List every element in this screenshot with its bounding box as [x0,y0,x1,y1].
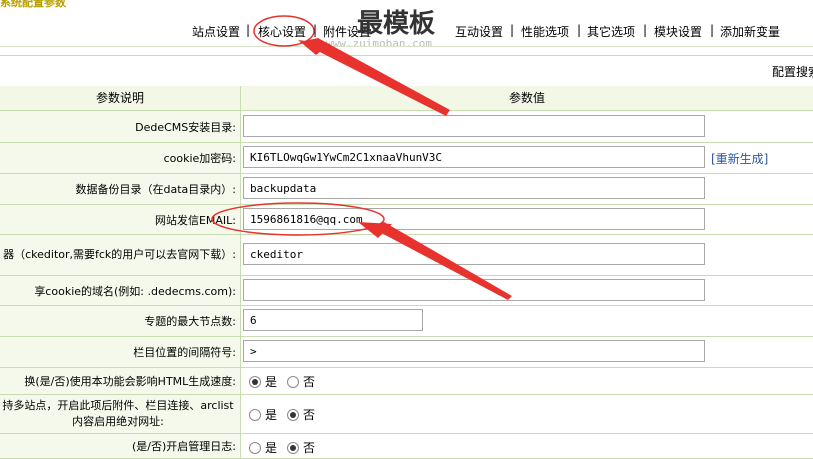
editor-input[interactable]: ckeditor [243,243,705,265]
table-row: 专题的最大节点数: 6 [0,306,813,337]
radio-no[interactable]: 否 [287,439,315,456]
table-row: (是/否)开启管理日志: 是 否 [0,434,813,459]
row-label: 享cookie的域名(例如: .dedecms.com): [0,276,241,305]
tab-add-variable[interactable]: 添加新变量 [720,23,780,40]
tab-performance-options[interactable]: 性能选项 [521,23,569,40]
column-header-value: 参数值 [508,91,545,105]
table-row: 网站发信EMAIL: 1596861816@qq.com [0,205,813,235]
tab-module-settings[interactable]: 模块设置 [654,23,702,40]
tab-site-settings[interactable]: 站点设置 [192,23,240,40]
backup-dir-input[interactable]: backupdata [243,177,705,199]
table-row: 换(是/否)使用本功能会影响HTML生成速度: 是 否 [0,368,813,395]
row-label: DedeCMS安装目录: [0,111,241,142]
row-label: 换(是/否)使用本功能会影响HTML生成速度: [0,368,241,394]
radio-no[interactable]: 否 [287,373,315,390]
watermark-logo: 最模板 [357,9,436,39]
table-row: 享cookie的域名(例如: .dedecms.com): [0,276,813,306]
row-label: cookie加密码: [0,143,241,173]
cookie-domain-input[interactable] [243,279,705,301]
row-label: 持多站点，开启此项后附件、栏目连接、arclist内容启用绝对网址: [0,395,241,433]
page-header-title: 系统配置参数 [0,0,66,9]
row-label: 栏目位置的间隔符号: [0,337,241,367]
table-row: cookie加密码: KI6TLOwqGw1YwCm2C1xnaaVhunV3C… [0,143,813,174]
row-label: 网站发信EMAIL: [0,205,241,234]
table-row: 器（ckeditor,需要fck的用户可以去官网下载）: ckeditor [0,235,813,276]
topic-max-nodes-input[interactable]: 6 [243,309,423,331]
regenerate-link[interactable]: [重新生成] [711,150,768,167]
separator-input[interactable]: > [243,340,705,362]
radio-no[interactable]: 否 [287,406,315,423]
table-header: 参数说明 参数值 [0,86,813,111]
config-bar: 配置搜索 [0,55,813,87]
row-label: 专题的最大节点数: [0,306,241,336]
radio-no-dot[interactable] [287,441,299,454]
table-row: 数据备份目录（在data目录内）: backupdata [0,174,813,205]
table-row: 持多站点，开启此项后附件、栏目连接、arclist内容启用绝对网址: 是 否 [0,395,813,434]
radio-yes[interactable]: 是 [249,406,277,423]
radio-no-dot[interactable] [287,375,299,388]
row-label: 数据备份目录（在data目录内）: [0,174,241,204]
radio-no-dot[interactable] [287,408,299,421]
radio-yes-dot[interactable] [249,408,261,421]
row-label: (是/否)开启管理日志: [0,434,241,458]
tab-interaction-settings[interactable]: 互动设置 [455,23,503,40]
tab-core-settings[interactable]: 核心设置 [258,23,306,40]
cookie-key-input[interactable]: KI6TLOwqGw1YwCm2C1xnaaVhunV3C [243,146,705,168]
site-email-input[interactable]: 1596861816@qq.com [243,208,705,230]
tab-other-options[interactable]: 其它选项 [587,23,635,40]
radio-yes[interactable]: 是 [249,373,277,390]
radio-yes-dot[interactable] [249,441,261,454]
column-header-description: 参数说明 [0,86,241,110]
install-dir-input[interactable] [243,115,705,137]
radio-yes-dot[interactable] [249,375,261,388]
row-label: 器（ckeditor,需要fck的用户可以去官网下载）: [0,235,241,275]
config-search-label[interactable]: 配置搜索 [772,63,813,80]
watermark-url: www.zuimoban.com [326,37,432,50]
table-row: DedeCMS安装目录: [0,111,813,143]
table-row: 栏目位置的间隔符号: > [0,337,813,368]
radio-yes[interactable]: 是 [249,439,277,456]
